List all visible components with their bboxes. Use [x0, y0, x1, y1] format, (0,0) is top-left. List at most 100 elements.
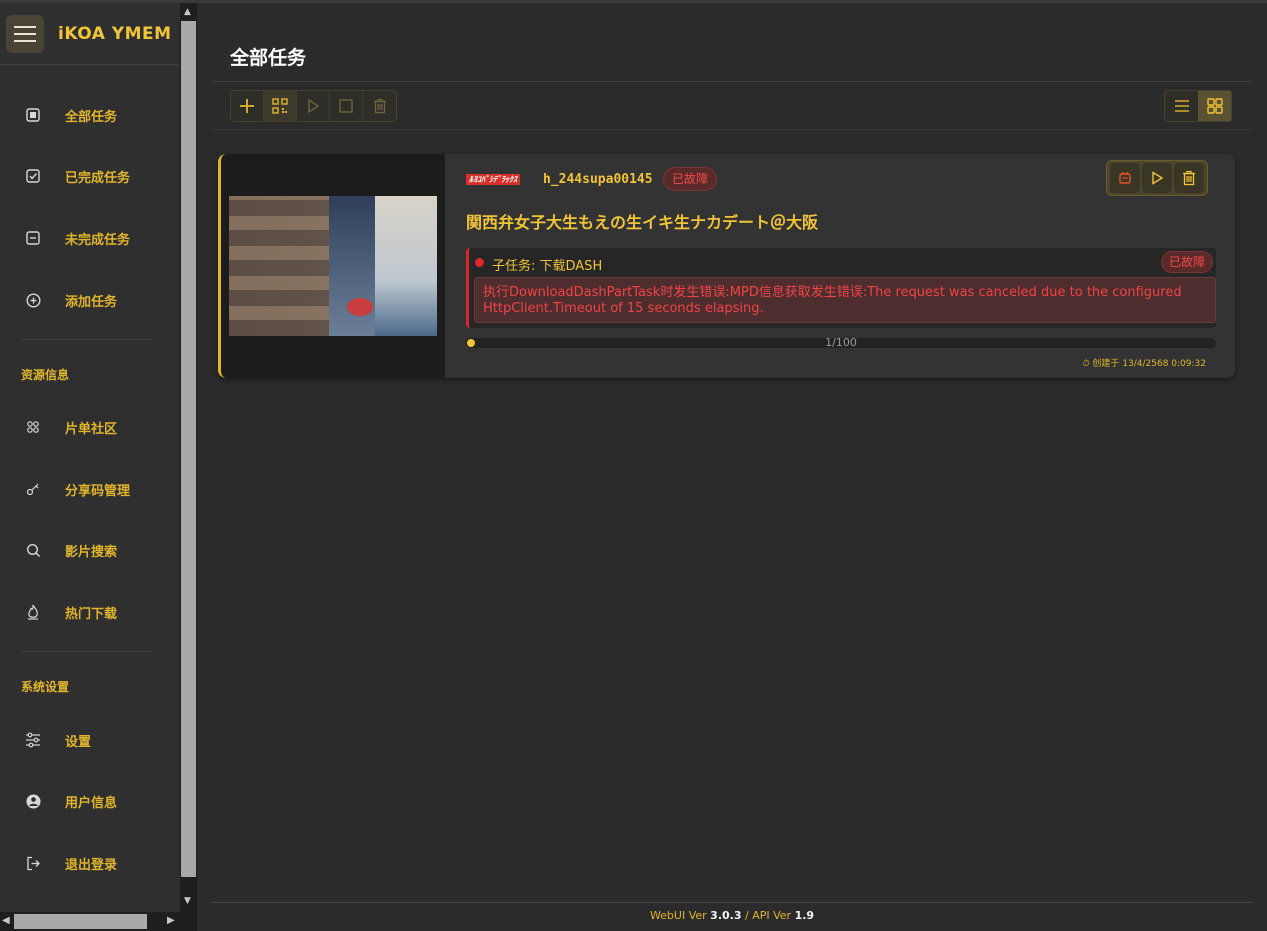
webui-version: 3.0.3	[710, 909, 742, 922]
add-icon	[240, 99, 254, 113]
grid-view-button[interactable]	[1198, 91, 1231, 121]
task-icon	[1119, 172, 1131, 184]
section-title-system: 系统设置	[21, 680, 70, 694]
search-icon	[25, 542, 41, 558]
scroll-up-icon[interactable]: ▲	[184, 7, 191, 17]
cover-image	[229, 196, 437, 336]
sidebar-item-label: 影片搜索	[65, 544, 118, 560]
logout-icon	[25, 855, 41, 871]
hamburger-menu-button[interactable]	[6, 14, 44, 53]
main-content: 全部任务 ﾙﾖｺﾊﾞｼﾃﾞﾗｯｸｽ h_244supa00145 已故障 関西弁…	[211, 3, 1253, 931]
sidebar-item-user-info[interactable]: 用户信息	[0, 786, 180, 816]
sidebar-item-label: 全部任务	[65, 109, 118, 125]
subtask-panel: 子任务: 下载DASH 已故障 执行DownloadDashPartTask时发…	[466, 248, 1216, 328]
cover-panel	[374, 196, 437, 336]
scrollbar-thumb[interactable]	[14, 914, 147, 929]
sidebar-item-movie-search[interactable]: 影片搜索	[0, 535, 180, 565]
sidebar-item-share-codes[interactable]: 分享码管理	[0, 474, 180, 504]
card-actions	[1106, 160, 1208, 196]
sidebar-item-settings[interactable]: 设置	[0, 725, 180, 755]
created-timestamp: ⏱ 创建于 13/4/2568 0:09:32	[1083, 356, 1206, 369]
app-title: iKOA YMEM	[58, 23, 172, 44]
sidebar-item-label: 分享码管理	[65, 483, 131, 499]
pause-task-button[interactable]	[1110, 163, 1140, 193]
sidebar-item-add-task[interactable]: 添加任务	[0, 285, 180, 315]
divider	[211, 129, 1253, 130]
minus-square-icon	[25, 230, 41, 246]
cover-panel	[229, 196, 329, 336]
community-icon	[25, 419, 41, 435]
cover-panel	[328, 196, 375, 336]
qr-icon	[272, 98, 288, 114]
sidebar-vertical-scrollbar[interactable]: ▲ ▼	[180, 3, 197, 912]
cover-badge	[347, 298, 373, 316]
checkbox-icon	[25, 168, 41, 184]
api-version: 1.9	[794, 909, 815, 922]
delete-task-button[interactable]	[1174, 163, 1204, 193]
square-icon	[25, 107, 41, 123]
sliders-icon	[25, 732, 41, 748]
studio-logo: ﾙﾖｺﾊﾞｼﾃﾞﾗｯｸｽ	[466, 174, 520, 185]
version-footer: WebUI Ver 3.0.3 / API Ver 1.9	[211, 909, 1253, 922]
menu-icon-bar	[14, 39, 36, 42]
divider	[211, 902, 1253, 903]
stop-icon	[339, 99, 353, 113]
sidebar-item-incomplete[interactable]: 未完成任务	[0, 223, 180, 253]
menu-icon-bar	[14, 32, 36, 35]
sidebar-item-all-tasks[interactable]: 全部任务	[0, 100, 180, 130]
webui-label: WebUI Ver	[649, 909, 711, 922]
trash-icon	[1183, 170, 1195, 186]
task-title[interactable]: 関西弁女子大生もえの生イキ生ナカデート＠大阪	[466, 209, 818, 233]
list-view-button[interactable]	[1165, 91, 1198, 121]
status-badge: 已故障	[663, 167, 718, 191]
sidebar-item-label: 热门下载	[65, 606, 118, 622]
created-text: 创建于 13/4/2568 0:09:32	[1092, 359, 1206, 369]
error-message: 执行DownloadDashPartTask时发生错误:MPD信息获取发生错误:…	[474, 277, 1216, 323]
sidebar-item-label: 用户信息	[65, 795, 118, 811]
sidebar-item-logout[interactable]: 退出登录	[0, 848, 180, 878]
list-icon	[1174, 100, 1189, 112]
play-icon	[308, 98, 320, 114]
qr-code-button[interactable]	[264, 91, 297, 121]
error-dot-icon	[475, 258, 484, 267]
sidebar-item-label: 已完成任务	[65, 170, 131, 186]
task-toolbar	[230, 90, 397, 122]
sidebar-item-completed[interactable]: 已完成任务	[0, 161, 180, 191]
play-task-button[interactable]	[1142, 163, 1172, 193]
subtask-label: 子任务: 下载DASH	[492, 259, 603, 274]
task-info: ﾙﾖｺﾊﾞｼﾃﾞﾗｯｸｽ h_244supa00145 已故障 関西弁女子大生も…	[466, 154, 1226, 378]
fire-icon	[25, 604, 41, 620]
sidebar-item-community[interactable]: 片单社区	[0, 412, 180, 442]
sidebar-item-label: 设置	[65, 734, 92, 750]
sidebar-item-label: 添加任务	[65, 294, 118, 310]
app-window: iKOA YMEM 全部任务 已完成任务 未完成任务 添加任务 资源信息 片单社…	[0, 0, 1267, 931]
delete-all-button[interactable]	[363, 91, 396, 121]
scroll-down-icon[interactable]: ▼	[184, 896, 191, 906]
cover-thumbnail[interactable]	[221, 154, 445, 378]
api-label: / API Ver	[741, 909, 795, 922]
start-all-button[interactable]	[297, 91, 330, 121]
progress-bar: 1/100	[466, 336, 1216, 349]
sidebar-divider	[22, 651, 152, 652]
trash-icon	[373, 98, 386, 114]
sidebar-horizontal-scrollbar[interactable]: ◀ ▶	[0, 912, 197, 931]
sidebar-item-label: 片单社区	[65, 421, 118, 437]
add-task-button[interactable]	[231, 91, 264, 121]
stop-all-button[interactable]	[330, 91, 363, 121]
scroll-left-icon[interactable]: ◀	[2, 915, 10, 926]
task-card[interactable]: ﾙﾖｺﾊﾞｼﾃﾞﾗｯｸｽ h_244supa00145 已故障 関西弁女子大生も…	[218, 154, 1235, 378]
scrollbar-thumb[interactable]	[181, 21, 196, 877]
plus-circle-icon	[25, 292, 41, 308]
view-toggle	[1164, 90, 1232, 122]
progress-text: 1/100	[825, 336, 857, 349]
sidebar: iKOA YMEM 全部任务 已完成任务 未完成任务 添加任务 资源信息 片单社…	[0, 3, 180, 912]
sidebar-item-hot-downloads[interactable]: 热门下载	[0, 597, 180, 627]
section-title-resources: 资源信息	[21, 368, 70, 382]
grid-icon	[1206, 98, 1223, 114]
task-code: h_244supa00145	[543, 172, 653, 187]
scroll-right-icon[interactable]: ▶	[167, 915, 175, 926]
subtask-status-badge: 已故障	[1160, 251, 1213, 273]
divider	[211, 81, 1253, 82]
sidebar-divider	[22, 339, 152, 340]
page-title: 全部任务	[230, 47, 307, 69]
